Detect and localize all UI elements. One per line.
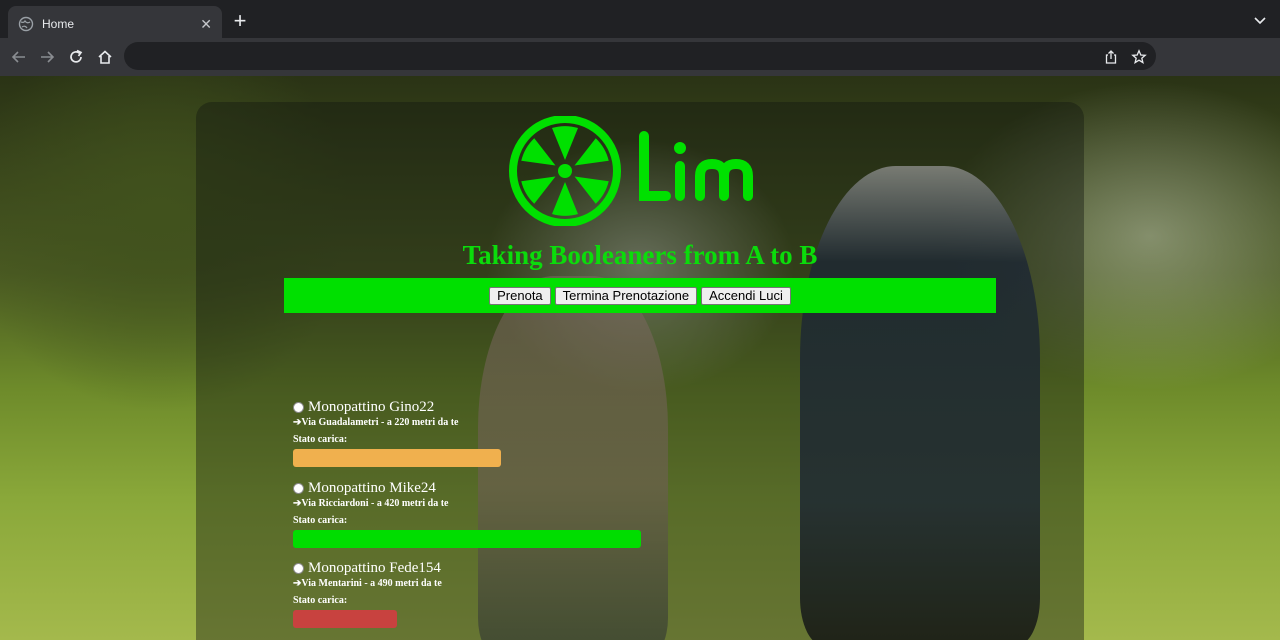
scooter-address: ➔Via Ricciardoni - a 420 metri da te	[293, 498, 449, 509]
action-bar: Prenota Termina Prenotazione Accendi Luc…	[284, 278, 996, 313]
scooter-radio[interactable]	[293, 562, 304, 574]
charge-bar-fill	[293, 610, 397, 628]
scooter-item: Monopattino Mike24 ➔Via Ricciardoni - a …	[293, 479, 693, 548]
end-booking-button[interactable]: Termina Prenotazione	[554, 286, 698, 305]
charge-label: Stato carica:	[293, 595, 348, 606]
lim-logo	[509, 116, 753, 226]
share-icon[interactable]	[1103, 49, 1119, 65]
charge-bar-fill	[293, 530, 641, 548]
lights-on-button[interactable]: Accendi Luci	[701, 286, 791, 305]
tab-title: Home	[42, 17, 75, 31]
charge-bar-fill	[293, 449, 501, 467]
scooter-item: Monopattino Fede154 ➔Via Mentarini - a 4…	[293, 559, 693, 628]
charge-bar	[293, 610, 693, 628]
scooter-address: ➔Via Mentarini - a 490 metri da te	[293, 578, 442, 589]
scooter-name: Monopattino Mike24	[308, 479, 436, 496]
forward-arrow-icon[interactable]	[38, 48, 56, 66]
tab-home[interactable]: Home ✕	[8, 6, 222, 42]
scooter-radio[interactable]	[293, 482, 304, 494]
charge-label: Stato carica:	[293, 515, 348, 526]
reload-icon[interactable]	[67, 48, 85, 66]
scooter-item: Monopattino Gino22 ➔Via Guadalametri - a…	[293, 398, 693, 467]
address-bar[interactable]	[124, 42, 1156, 70]
charge-bar	[293, 530, 693, 548]
tab-strip: Home ✕ +	[0, 0, 1280, 42]
back-arrow-icon[interactable]	[10, 48, 28, 66]
home-icon[interactable]	[96, 48, 114, 66]
scooter-name: Monopattino Gino22	[308, 398, 435, 415]
book-button[interactable]: Prenota	[489, 286, 551, 305]
bookmark-star-icon[interactable]	[1131, 49, 1147, 65]
charge-label: Stato carica:	[293, 434, 348, 445]
chevron-down-icon[interactable]	[1252, 12, 1268, 28]
close-tab-icon[interactable]: ✕	[200, 16, 212, 33]
page-title: Taking Booleaners from A to B	[462, 240, 818, 270]
scooter-address: ➔Via Guadalametri - a 220 metri da te	[293, 417, 459, 428]
new-tab-button[interactable]: +	[230, 10, 250, 34]
scooter-radio[interactable]	[293, 401, 304, 413]
globe-icon	[18, 16, 34, 32]
charge-bar	[293, 449, 693, 467]
scooter-name: Monopattino Fede154	[308, 559, 441, 576]
